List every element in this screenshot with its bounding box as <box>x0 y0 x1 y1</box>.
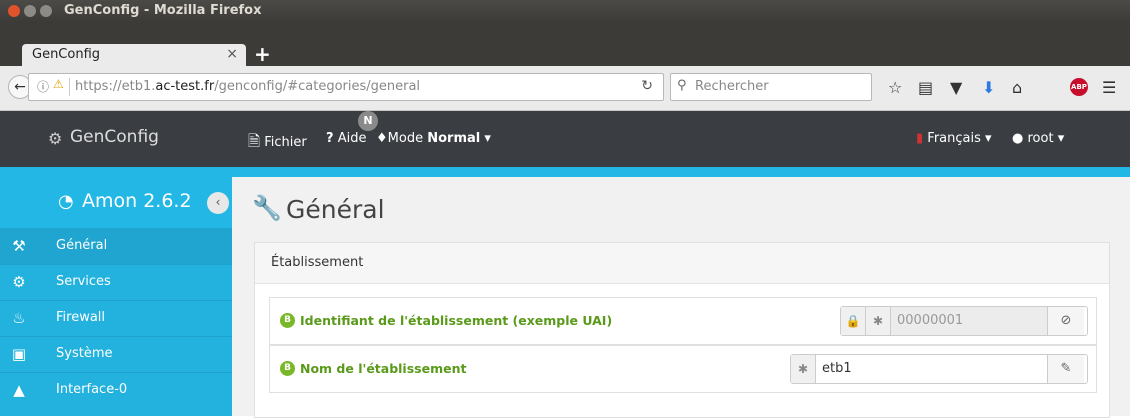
field-label: Nom de l'établissement <box>300 361 467 376</box>
home-icon[interactable]: ⌂ <box>1012 78 1022 97</box>
language-label: Français <box>927 131 981 146</box>
tag-icon: ♦ <box>376 131 388 146</box>
wrench-icon: 🔧 <box>252 194 282 222</box>
file-menu[interactable]: 🗎 Fichier <box>248 131 307 156</box>
required-asterisk-icon: ✱ <box>791 355 816 383</box>
sidebar-item-label: Interface-0 <box>56 382 128 397</box>
insecure-lock-icon[interactable]: ⚠ <box>53 77 64 91</box>
url-separator <box>69 78 70 96</box>
browser-tab[interactable]: GenConfig × <box>22 44 246 66</box>
identifiant-input[interactable]: 00000001 <box>891 307 1047 335</box>
main-content: 🔧 Général Établissement B Identifiant de… <box>232 177 1130 418</box>
sidebar-collapse-button[interactable]: ‹ <box>207 192 229 214</box>
user-menu[interactable]: ● root ▾ <box>1012 131 1064 146</box>
downloads-icon[interactable]: ⬇ <box>982 78 995 97</box>
mode-badge: N <box>358 111 378 131</box>
identifiant-input-group: 🔒 ✱ 00000001 ⊘ <box>840 306 1088 336</box>
reading-list-icon[interactable]: ▤ <box>918 78 933 97</box>
sidebar-item-interface-0[interactable]: ▲ Interface-0 <box>0 372 232 408</box>
basic-level-badge: B <box>280 313 295 328</box>
sidebar-item-services[interactable]: ⚙ Services <box>0 264 232 300</box>
url-text[interactable]: https://etb1.ac-test.fr/genconfig/#categ… <box>75 79 420 94</box>
file-icon: 🗎 <box>248 132 261 150</box>
page-title: Général <box>286 195 385 224</box>
new-tab-button[interactable]: + <box>254 42 271 66</box>
help-menu-label: Aide <box>337 131 367 146</box>
mode-label: Mode <box>387 131 424 146</box>
tab-close-icon[interactable]: × <box>226 46 238 62</box>
adblock-icon[interactable]: ABP <box>1070 78 1088 96</box>
nom-input-group: ✱ etb1 ✎ <box>790 354 1088 384</box>
required-asterisk-icon: ✱ <box>866 307 891 335</box>
field-nom: B Nom de l'établissement ✱ etb1 ✎ <box>269 345 1097 393</box>
nom-input[interactable]: etb1 <box>816 355 1047 383</box>
sidebar-header[interactable]: ◔ Amon 2.6.2 ‹ <box>0 177 232 228</box>
lock-icon: 🔒 <box>841 307 866 335</box>
menu-icon[interactable]: ☰ <box>1102 78 1116 97</box>
panel-title: Établissement <box>271 255 364 270</box>
mode-menu[interactable]: ♦Mode Normal ▾ <box>376 131 491 146</box>
sidebar-item-firewall[interactable]: ♨ Firewall <box>0 300 232 336</box>
page-header: 🔧 Général <box>252 194 385 224</box>
user-icon: ● <box>1012 131 1024 146</box>
search-icon: ⚲ <box>677 78 687 93</box>
clear-button[interactable]: ⊘ <box>1047 307 1084 335</box>
cogs-icon: ⚙ <box>48 129 63 148</box>
dashboard-icon: ◔ <box>58 191 74 212</box>
field-identifiant: B Identifiant de l'établissement (exempl… <box>269 297 1097 345</box>
window-maximize-button[interactable] <box>40 5 52 17</box>
panel-header: Établissement <box>255 243 1109 284</box>
sidebar-item-general[interactable]: ⚒ Général <box>0 228 232 264</box>
mode-value: Normal <box>427 131 481 146</box>
tab-label: GenConfig <box>32 47 101 62</box>
search-bar[interactable]: ⚲ Rechercher <box>670 73 872 101</box>
sidebar-item-label: Système <box>56 346 113 361</box>
sidebar: ◔ Amon 2.6.2 ‹ ⚒ Général ⚙ Services ♨ Fi… <box>0 177 232 416</box>
tab-strip: GenConfig × + <box>0 22 1130 66</box>
user-label: root <box>1027 131 1054 146</box>
window-close-button[interactable] <box>8 5 20 17</box>
sidebar-item-systeme[interactable]: ▣ Système <box>0 336 232 372</box>
sidebar-title: Amon 2.6.2 <box>82 190 192 212</box>
sidebar-item-label: Général <box>56 238 108 253</box>
window-title: GenConfig - Mozilla Firefox <box>64 3 262 18</box>
sidebar-item-label: Services <box>56 274 111 289</box>
wrench-icon: ⚒ <box>12 237 26 255</box>
basic-level-badge: B <box>280 361 295 376</box>
reload-icon[interactable]: ↻ <box>641 78 653 94</box>
info-icon[interactable]: ⓘ <box>37 78 49 95</box>
fire-icon: ♨ <box>12 309 26 327</box>
sitemap-icon: ▲ <box>13 381 25 399</box>
pocket-icon[interactable]: ▼ <box>950 78 962 97</box>
window-titlebar: GenConfig - Mozilla Firefox <box>0 0 1130 22</box>
field-label: Identifiant de l'établissement (exemple … <box>300 313 613 328</box>
language-menu[interactable]: ▮ Français ▾ <box>916 131 992 146</box>
sidebar-item-label: Firewall <box>56 310 106 325</box>
file-menu-label: Fichier <box>264 135 307 150</box>
monitor-icon: ▣ <box>11 345 27 363</box>
bookmark-star-icon[interactable]: ☆ <box>888 78 902 97</box>
url-bar[interactable]: ⓘ ⚠ https://etb1.ac-test.fr/genconfig/#c… <box>28 73 664 101</box>
flag-icon: ▮ <box>916 131 924 146</box>
brand-name: GenConfig <box>70 127 159 147</box>
edit-icon[interactable]: ✎ <box>1047 355 1084 383</box>
window-minimize-button[interactable] <box>24 5 36 17</box>
brand[interactable]: ⚙ GenConfig <box>0 111 232 167</box>
etablissement-panel: Établissement B Identifiant de l'établis… <box>254 242 1110 418</box>
search-placeholder: Rechercher <box>695 79 769 94</box>
help-menu[interactable]: ? Aide <box>326 131 366 146</box>
accent-strip <box>0 167 1130 177</box>
navigation-bar: ← ⓘ ⚠ https://etb1.ac-test.fr/genconfig/… <box>0 66 1130 111</box>
cogs-icon: ⚙ <box>12 273 26 291</box>
app-topbar: ⚙ GenConfig 🗎 Fichier ? Aide ♦Mode Norma… <box>0 111 1130 167</box>
question-icon: ? <box>326 131 334 146</box>
